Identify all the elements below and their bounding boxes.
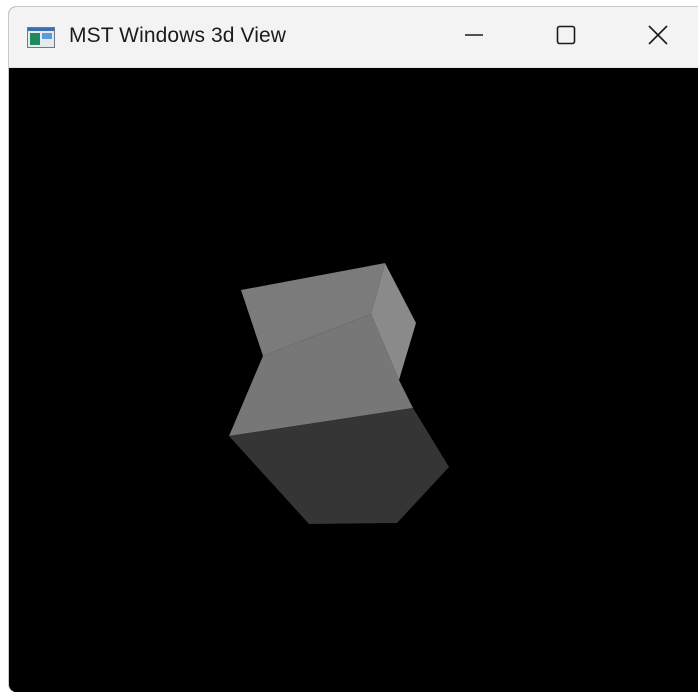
title-bar[interactable]: MST Windows 3d View <box>9 7 698 68</box>
minimize-icon <box>463 24 485 51</box>
close-icon <box>647 24 669 51</box>
maximize-button[interactable] <box>520 7 612 67</box>
app-window: MST Windows 3d View <box>8 6 698 692</box>
render-viewport[interactable] <box>9 68 698 692</box>
maximize-icon <box>555 24 577 51</box>
app-icon <box>27 27 55 48</box>
window-title: MST Windows 3d View <box>69 24 287 47</box>
minimize-button[interactable] <box>428 7 520 67</box>
scene-canvas <box>229 263 449 524</box>
close-button[interactable] <box>612 7 698 67</box>
